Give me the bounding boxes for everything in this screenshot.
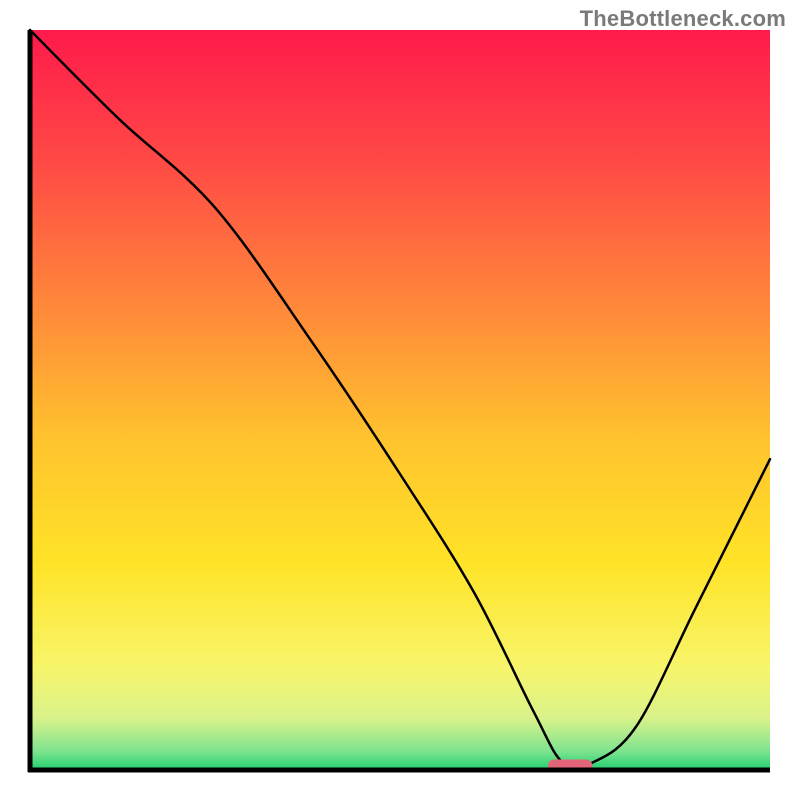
bottleneck-chart bbox=[0, 0, 800, 800]
chart-container: TheBottleneck.com bbox=[0, 0, 800, 800]
plot-background bbox=[30, 30, 770, 770]
watermark-text: TheBottleneck.com bbox=[580, 6, 786, 32]
plot-area bbox=[30, 30, 770, 772]
